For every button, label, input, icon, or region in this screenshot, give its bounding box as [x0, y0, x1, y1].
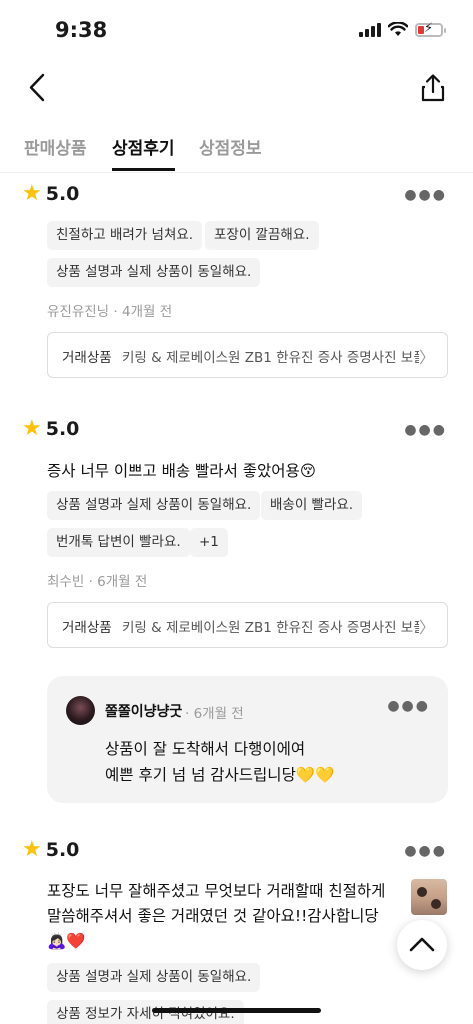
chevron-right-icon: 〉 [418, 348, 435, 367]
star-icon: ★ [22, 416, 42, 441]
tab-shop-info[interactable]: 상점정보 [199, 134, 262, 159]
battery-icon: ⚡ [415, 21, 446, 37]
avatar[interactable] [66, 696, 95, 725]
reply-time: · 6개월 전 [185, 706, 244, 722]
review-text-line: 🙇🏻‍♀️❤️ [47, 932, 86, 950]
rating-value: 5.0 [45, 418, 80, 440]
review-text: 증사 너무 이쁘고 배송 빨라서 좋았어용😚 [47, 462, 316, 480]
scroll-to-top-button[interactable] [397, 920, 447, 970]
product-name: 키링 & 제로베이스원 ZB1 한유진 증사 증명사진 보플 [122, 620, 419, 636]
reviews-list: ★ 5.0 ●●● 친절하고 배려가 넘쳐요. 포장이 깔끔해요. 상품 설명과… [0, 173, 473, 1024]
chevron-left-icon[interactable] [22, 70, 58, 106]
traded-product-link[interactable]: 거래상품 키링 & 제로베이스원 ZB1 한유진 증사 증명사진 보플 〉 [47, 332, 448, 378]
review-tag-more[interactable]: +1 [190, 528, 228, 557]
reply-line: 예쁜 후기 넘 넘 감사드립니당💛💛 [105, 766, 335, 784]
seller-reply: 쫄쫄이냥냥굿 · 6개월 전 ●●● 상품이 잘 도착해서 다행이에여 예쁜 후… [47, 676, 448, 803]
star-icon: ★ [22, 837, 42, 862]
more-icon[interactable]: ●●● [404, 422, 447, 438]
tab-active-indicator [112, 168, 175, 171]
review-tag: 배송이 빨라요. [261, 491, 363, 520]
signal-icon [359, 22, 381, 37]
rating-row: ★ 5.0 [22, 837, 80, 862]
traded-product-link[interactable]: 거래상품 키링 & 제로베이스원 ZB1 한유진 증사 증명사진 보플 〉 [47, 602, 448, 648]
review-time: · 4개월 전 [113, 304, 173, 320]
reply-author[interactable]: 쫄쫄이냥냥굿 [105, 701, 182, 721]
review-tag: 친절하고 배려가 넘쳐요. [47, 221, 203, 250]
wifi-icon [388, 22, 408, 36]
status-time: 9:38 [55, 18, 108, 42]
review-tag: 포장이 깔끔해요. [205, 221, 319, 250]
rating-value: 5.0 [45, 183, 80, 205]
review-tag: 번개톡 답변이 빨라요. [47, 528, 190, 557]
more-icon[interactable]: ●●● [404, 843, 447, 859]
tab-bar: 판매상품 상점후기 상점정보 [0, 128, 473, 173]
more-icon[interactable]: ●●● [387, 698, 430, 714]
rating-row: ★ 5.0 [22, 416, 80, 441]
tab-reviews[interactable]: 상점후기 [112, 134, 175, 159]
tab-products[interactable]: 판매상품 [24, 134, 87, 159]
reply-text: 상품이 잘 도착해서 다행이에여 예쁜 후기 넘 넘 감사드립니당💛💛 [105, 736, 334, 788]
review-text-line: 말씀해주셔서 좋은 거래였던 것 같아요!!감사합니당 [47, 907, 379, 925]
review-text: 포장도 너무 잘해주셨고 무엇보다 거래할때 친절하게 말씀해주셔서 좋은 거래… [47, 879, 403, 954]
review-text-line: 포장도 너무 잘해주셨고 무엇보다 거래할때 친절하게 [47, 882, 386, 900]
review-photo-thumbnail[interactable] [411, 879, 447, 915]
product-name: 키링 & 제로베이스원 ZB1 한유진 증사 증명사진 보플 [122, 350, 419, 366]
nav-bar [0, 60, 473, 120]
status-bar: 9:38 ⚡ [0, 0, 473, 60]
rating-row: ★ 5.0 [22, 181, 80, 206]
product-label: 거래상품 [62, 620, 112, 636]
status-icons: ⚡ [359, 21, 446, 37]
reply-line: 상품이 잘 도착해서 다행이에여 [105, 740, 306, 758]
product-label: 거래상품 [62, 350, 112, 366]
star-icon: ★ [22, 181, 42, 206]
share-icon[interactable] [415, 70, 451, 106]
review-meta: 최수빈 · 6개월 전 [47, 570, 147, 590]
review-tag: 상품 설명과 실제 상품이 동일해요. [47, 258, 261, 287]
chevron-right-icon: 〉 [418, 618, 435, 637]
rating-value: 5.0 [45, 839, 80, 861]
more-icon[interactable]: ●●● [404, 187, 447, 203]
review-tag: 상품 설명과 실제 상품이 동일해요. [47, 963, 261, 992]
chevron-up-icon [409, 937, 435, 952]
review-time: · 6개월 전 [88, 574, 148, 590]
review-author[interactable]: 최수빈 [47, 574, 84, 590]
home-indicator [152, 1008, 321, 1013]
review-meta: 유진유진닝 · 4개월 전 [47, 300, 172, 320]
review-tag: 상품 설명과 실제 상품이 동일해요. [47, 491, 261, 520]
review-author[interactable]: 유진유진닝 [47, 304, 109, 320]
